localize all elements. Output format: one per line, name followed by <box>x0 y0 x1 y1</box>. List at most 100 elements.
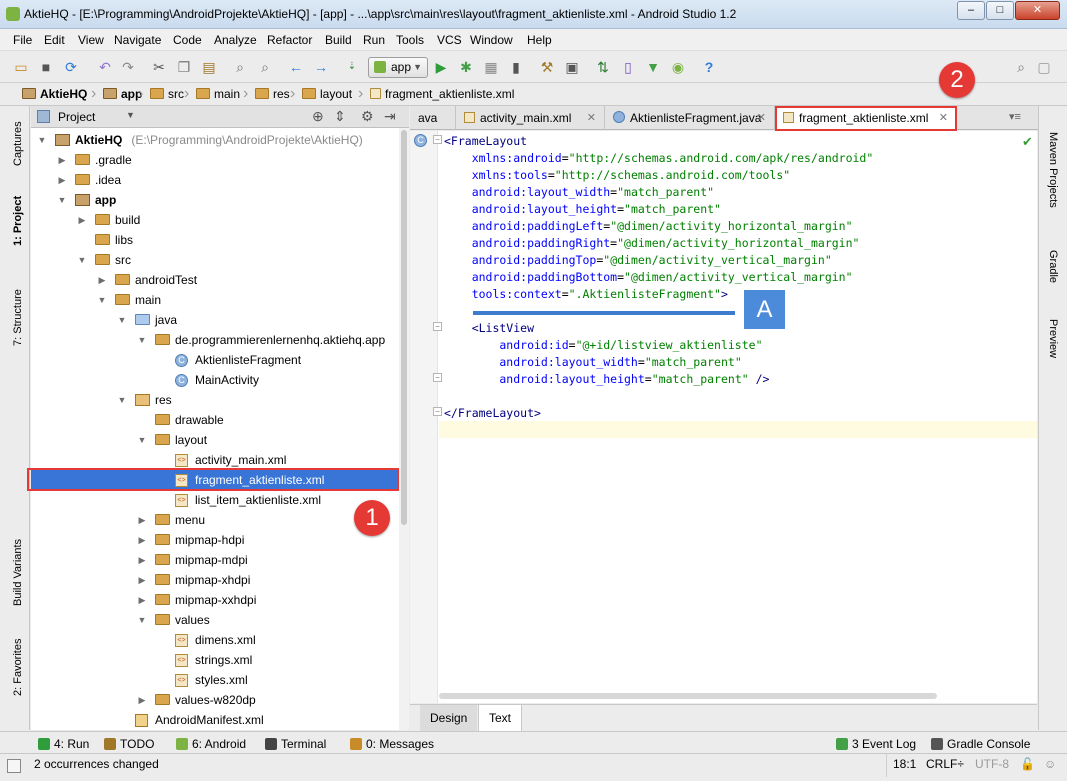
editor-tab[interactable]: AktienlisteFragment.java ✕ <box>605 106 775 130</box>
fold-marker-icon[interactable]: − <box>433 407 442 416</box>
build-variants-tool-tab[interactable]: Build Variants <box>12 539 24 606</box>
sdk-manager-icon[interactable]: ▣ <box>564 59 580 75</box>
redo-icon[interactable]: ↷ <box>120 59 136 75</box>
tree-item[interactable]: ▶ mipmap-mdpi <box>31 550 399 570</box>
undo-icon[interactable]: ↶ <box>97 59 113 75</box>
tree-item[interactable]: ▼ src <box>31 250 399 270</box>
tree-item[interactable]: ▶ mipmap-xxhdpi <box>31 590 399 610</box>
tree-item[interactable]: ▼ java <box>31 310 399 330</box>
user-icon[interactable]: ▢ <box>1036 59 1052 75</box>
expanded-arrow-icon[interactable]: ▼ <box>137 330 147 350</box>
avd-manager-icon[interactable]: ▯ <box>620 59 636 75</box>
tree-item[interactable]: ▼ layout <box>31 430 399 450</box>
collapsed-arrow-icon[interactable]: ▶ <box>137 690 147 710</box>
expanded-arrow-icon[interactable]: ▼ <box>137 610 147 630</box>
tool-run[interactable]: 4: Run <box>38 737 89 751</box>
tree-item[interactable]: <> dimens.xml <box>31 630 399 650</box>
tool-event-log[interactable]: 3 Event Log <box>836 737 916 751</box>
gradle-tool-tab[interactable]: Gradle <box>1047 250 1059 283</box>
menu-vcs[interactable]: VCS <box>437 33 462 47</box>
tree-item[interactable]: ▶ values-w820dp <box>31 690 399 710</box>
menu-navigate[interactable]: Navigate <box>114 33 161 47</box>
tool-messages[interactable]: 0: Messages <box>350 737 434 751</box>
breadcrumb-item[interactable]: app <box>103 87 142 101</box>
project-structure-icon[interactable]: ⚒ <box>539 59 555 75</box>
tree-item[interactable]: C MainActivity <box>31 370 399 390</box>
fold-marker-icon[interactable]: − <box>433 135 442 144</box>
cut-icon[interactable]: ✂ <box>151 59 167 75</box>
run-configuration-select[interactable]: app ▼ <box>368 57 428 78</box>
project-tool-tab[interactable]: 1: Project <box>12 196 24 246</box>
expanded-arrow-icon[interactable]: ▼ <box>117 390 127 410</box>
tree-item[interactable]: <> styles.xml <box>31 670 399 690</box>
tab-design[interactable]: Design <box>420 705 478 731</box>
fold-marker-icon[interactable]: − <box>433 373 442 382</box>
scroll-from-source-icon[interactable]: ⊕ <box>312 108 324 125</box>
caret-position[interactable]: 18:1 <box>893 757 916 771</box>
tree-item[interactable]: <> activity_main.xml <box>31 450 399 470</box>
line-separator[interactable]: CRLF÷ <box>926 757 964 771</box>
tree-item[interactable]: ▶ .idea <box>31 170 399 190</box>
menu-edit[interactable]: Edit <box>44 33 65 47</box>
tree-item[interactable]: ▼ res <box>31 390 399 410</box>
tree-item[interactable]: libs <box>31 230 399 250</box>
search-everywhere-icon[interactable]: ⌕ <box>1013 59 1029 75</box>
expanded-arrow-icon[interactable]: ▼ <box>77 250 87 270</box>
tree-item[interactable]: ▶ mipmap-hdpi <box>31 530 399 550</box>
replace-icon[interactable]: ⌕ <box>257 59 273 75</box>
expanded-arrow-icon[interactable]: ▼ <box>97 290 107 310</box>
editor-tab[interactable]: ava <box>410 106 456 130</box>
tab-text[interactable]: Text <box>478 705 523 731</box>
find-icon[interactable]: ⌕ <box>232 59 248 75</box>
make-project-icon[interactable]: ⇣ <box>344 59 360 75</box>
help-icon[interactable]: ? <box>701 59 717 75</box>
close-button[interactable]: ✕ <box>1015 1 1060 20</box>
tree-item[interactable]: ▼ de.programmierenlernenhq.aktiehq.app <box>31 330 399 350</box>
tool-terminal[interactable]: Terminal <box>265 737 326 751</box>
project-tree-scrollbar[interactable] <box>399 128 409 730</box>
back-icon[interactable]: ← <box>288 59 304 75</box>
editor-horizontal-scrollbar[interactable] <box>439 693 937 699</box>
tool-todo[interactable]: TODO <box>104 737 154 751</box>
sync-icon[interactable]: ⟳ <box>63 59 79 75</box>
collapsed-arrow-icon[interactable]: ▶ <box>77 210 87 230</box>
menu-file[interactable]: File <box>13 33 32 47</box>
tree-item[interactable]: ▶ menu <box>31 510 399 530</box>
tree-item[interactable]: ▶ build <box>31 210 399 230</box>
open-folder-icon[interactable]: ▭ <box>13 59 29 75</box>
tree-item[interactable]: ▶ mipmap-xhdpi <box>31 570 399 590</box>
menu-build[interactable]: Build <box>325 33 352 47</box>
run-icon[interactable]: ▶ <box>433 59 449 75</box>
paste-icon[interactable]: ▤ <box>201 59 217 75</box>
structure-tool-tab[interactable]: 7: Structure <box>12 289 24 346</box>
preview-tool-tab[interactable]: Preview <box>1047 319 1059 358</box>
tree-item[interactable]: AndroidManifest.xml <box>31 710 399 730</box>
close-tab-icon[interactable]: ✕ <box>587 106 596 130</box>
collapsed-arrow-icon[interactable]: ▶ <box>137 530 147 550</box>
lock-icon[interactable]: 🔓 <box>1020 757 1035 771</box>
chevron-down-icon[interactable]: ▼ <box>126 110 135 120</box>
tree-item[interactable]: <> list_item_aktienliste.xml <box>31 490 399 510</box>
menu-run[interactable]: Run <box>363 33 385 47</box>
close-tab-icon[interactable]: ✕ <box>757 106 766 130</box>
status-toggle-icon[interactable] <box>7 759 21 773</box>
scrollbar-thumb[interactable] <box>401 130 407 525</box>
forward-icon[interactable]: → <box>313 59 329 75</box>
collapsed-arrow-icon[interactable]: ▶ <box>57 150 67 170</box>
breadcrumb-item[interactable]: AktieHQ <box>22 87 87 101</box>
tree-item[interactable]: ▶ androidTest <box>31 270 399 290</box>
maximize-button[interactable]: □ <box>986 1 1014 20</box>
favorites-tool-tab[interactable]: 2: Favorites <box>12 639 24 696</box>
tree-item[interactable]: <> strings.xml <box>31 650 399 670</box>
menu-view[interactable]: View <box>78 33 104 47</box>
project-view-selector[interactable]: Project <box>58 110 95 124</box>
editor-tab[interactable]: activity_main.xml ✕ <box>456 106 605 130</box>
menu-code[interactable]: Code <box>173 33 202 47</box>
class-gutter-icon[interactable]: C <box>414 134 427 147</box>
fold-marker-icon[interactable]: − <box>433 322 442 331</box>
menu-refactor[interactable]: Refactor <box>267 33 312 47</box>
collapsed-arrow-icon[interactable]: ▶ <box>57 170 67 190</box>
tree-item[interactable]: ▼ app <box>31 190 399 210</box>
android-device-icon[interactable]: ◉ <box>670 59 686 75</box>
gradle-sync-icon[interactable]: ⇅ <box>595 59 611 75</box>
